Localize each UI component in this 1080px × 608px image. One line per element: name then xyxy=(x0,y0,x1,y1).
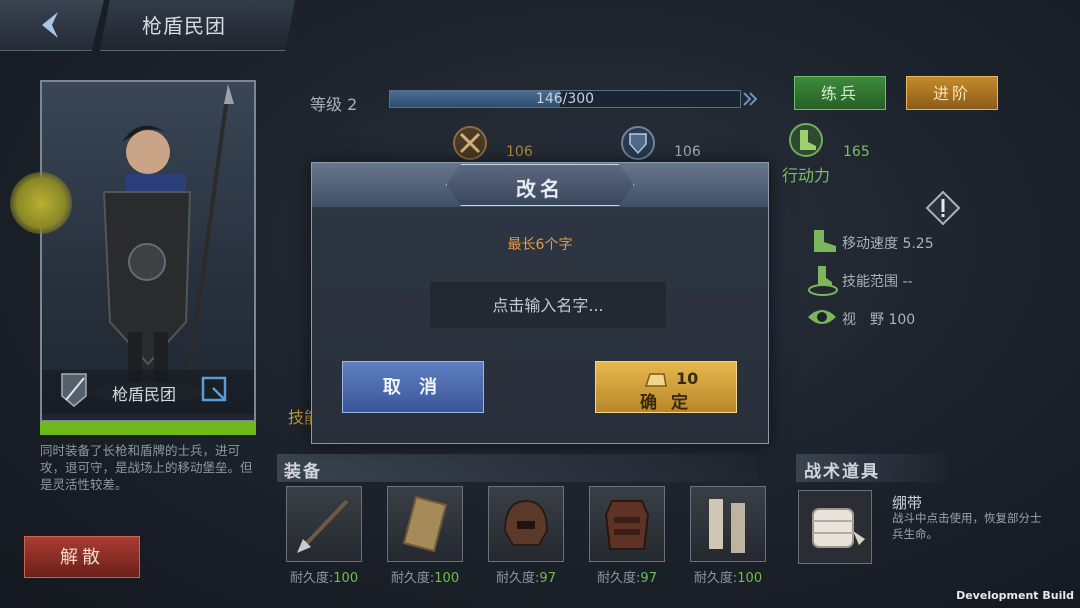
equipment-slot-shield[interactable] xyxy=(387,486,463,562)
durability-label: 耐久度: xyxy=(289,571,334,586)
joystick-handle[interactable] xyxy=(10,172,72,234)
xp-text: 146/300 xyxy=(535,91,595,107)
vision-icon xyxy=(808,310,836,324)
attack-value: 106 xyxy=(506,144,533,160)
train-button[interactable]: 练兵 xyxy=(794,76,886,110)
durability-value: 100 xyxy=(434,571,460,586)
defense-value: 106 xyxy=(674,144,701,160)
action-label: 行动力 xyxy=(782,166,831,185)
development-build-label: Development Build xyxy=(956,589,1074,602)
health-bar xyxy=(40,421,256,435)
edit-name-icon[interactable] xyxy=(201,376,227,402)
durability-helmet: 耐久度:97 xyxy=(476,567,576,586)
vision: 视 野 100 xyxy=(842,312,916,328)
boot-icon xyxy=(789,123,823,157)
gold-ingot-icon xyxy=(644,373,667,387)
move-speed: 移动速度 5.25 xyxy=(842,236,934,252)
equipment-slot-greaves[interactable] xyxy=(690,486,766,562)
defense-icon xyxy=(621,126,655,160)
equipment-slot-spear[interactable] xyxy=(286,486,362,562)
durability-armor: 耐久度:97 xyxy=(577,567,677,586)
equipment-slot-helmet[interactable] xyxy=(488,486,564,562)
durability-value: 100 xyxy=(737,571,763,586)
durability-label: 耐久度: xyxy=(390,571,435,586)
name-input[interactable] xyxy=(430,282,666,328)
tactic-item-slot[interactable] xyxy=(798,490,872,564)
move-speed-icon xyxy=(814,230,836,252)
armor-icon xyxy=(604,500,650,550)
double-arrow-icon xyxy=(743,92,758,106)
tactics-title: 战术道具 xyxy=(804,462,880,482)
unit-type-icon xyxy=(61,373,87,407)
durability-label: 耐久度: xyxy=(496,571,540,586)
cancel-button[interactable]: 取 消 xyxy=(342,361,484,413)
unit-description: 同时装备了长枪和盾牌的士兵，进可攻，退可守，是战场上的移动堡垒。但是灵活性较差。 xyxy=(40,443,253,492)
rename-dialog-title: 改名 xyxy=(516,177,564,201)
helmet-icon xyxy=(503,499,549,546)
durability-value: 97 xyxy=(539,571,556,586)
durability-value: 100 xyxy=(333,571,359,586)
disband-button[interactable]: 解散 xyxy=(24,536,140,578)
page-title: 枪盾民团 xyxy=(142,14,226,38)
spear-icon xyxy=(297,499,349,553)
equipment-slot-armor[interactable] xyxy=(589,486,665,562)
back-arrow-icon xyxy=(42,12,58,38)
durability-label: 耐久度: xyxy=(597,571,641,586)
bandage-icon xyxy=(812,508,865,548)
name-length-hint: 最长6个字 xyxy=(507,237,573,253)
durability-shield: 耐久度:100 xyxy=(375,567,475,586)
durability-value: 97 xyxy=(640,571,657,586)
skill-range: 技能范围 -- xyxy=(842,274,913,290)
portrait-unit-name: 枪盾民团 xyxy=(112,385,177,404)
durability-label: 耐久度: xyxy=(693,571,738,586)
greaves-icon xyxy=(709,499,745,553)
attack-icon xyxy=(453,126,487,160)
advance-button[interactable]: 进阶 xyxy=(906,76,998,110)
shield-icon xyxy=(402,495,448,553)
action-value: 165 xyxy=(843,144,870,160)
durability-greaves: 耐久度:100 xyxy=(678,567,778,586)
equipment-title: 装备 xyxy=(284,462,322,482)
confirm-label: 确 定 xyxy=(640,393,692,413)
confirm-cost: 10 xyxy=(676,369,699,388)
level-label: 等级 2 xyxy=(310,95,358,114)
equipment-header-bar xyxy=(277,454,757,482)
skill-range-icon xyxy=(808,266,838,296)
tactic-item-description: 战斗中点击使用，恢复部分士兵生命。 xyxy=(892,511,1042,541)
durability-spear: 耐久度:100 xyxy=(274,567,374,586)
warning-icon[interactable] xyxy=(925,190,961,226)
